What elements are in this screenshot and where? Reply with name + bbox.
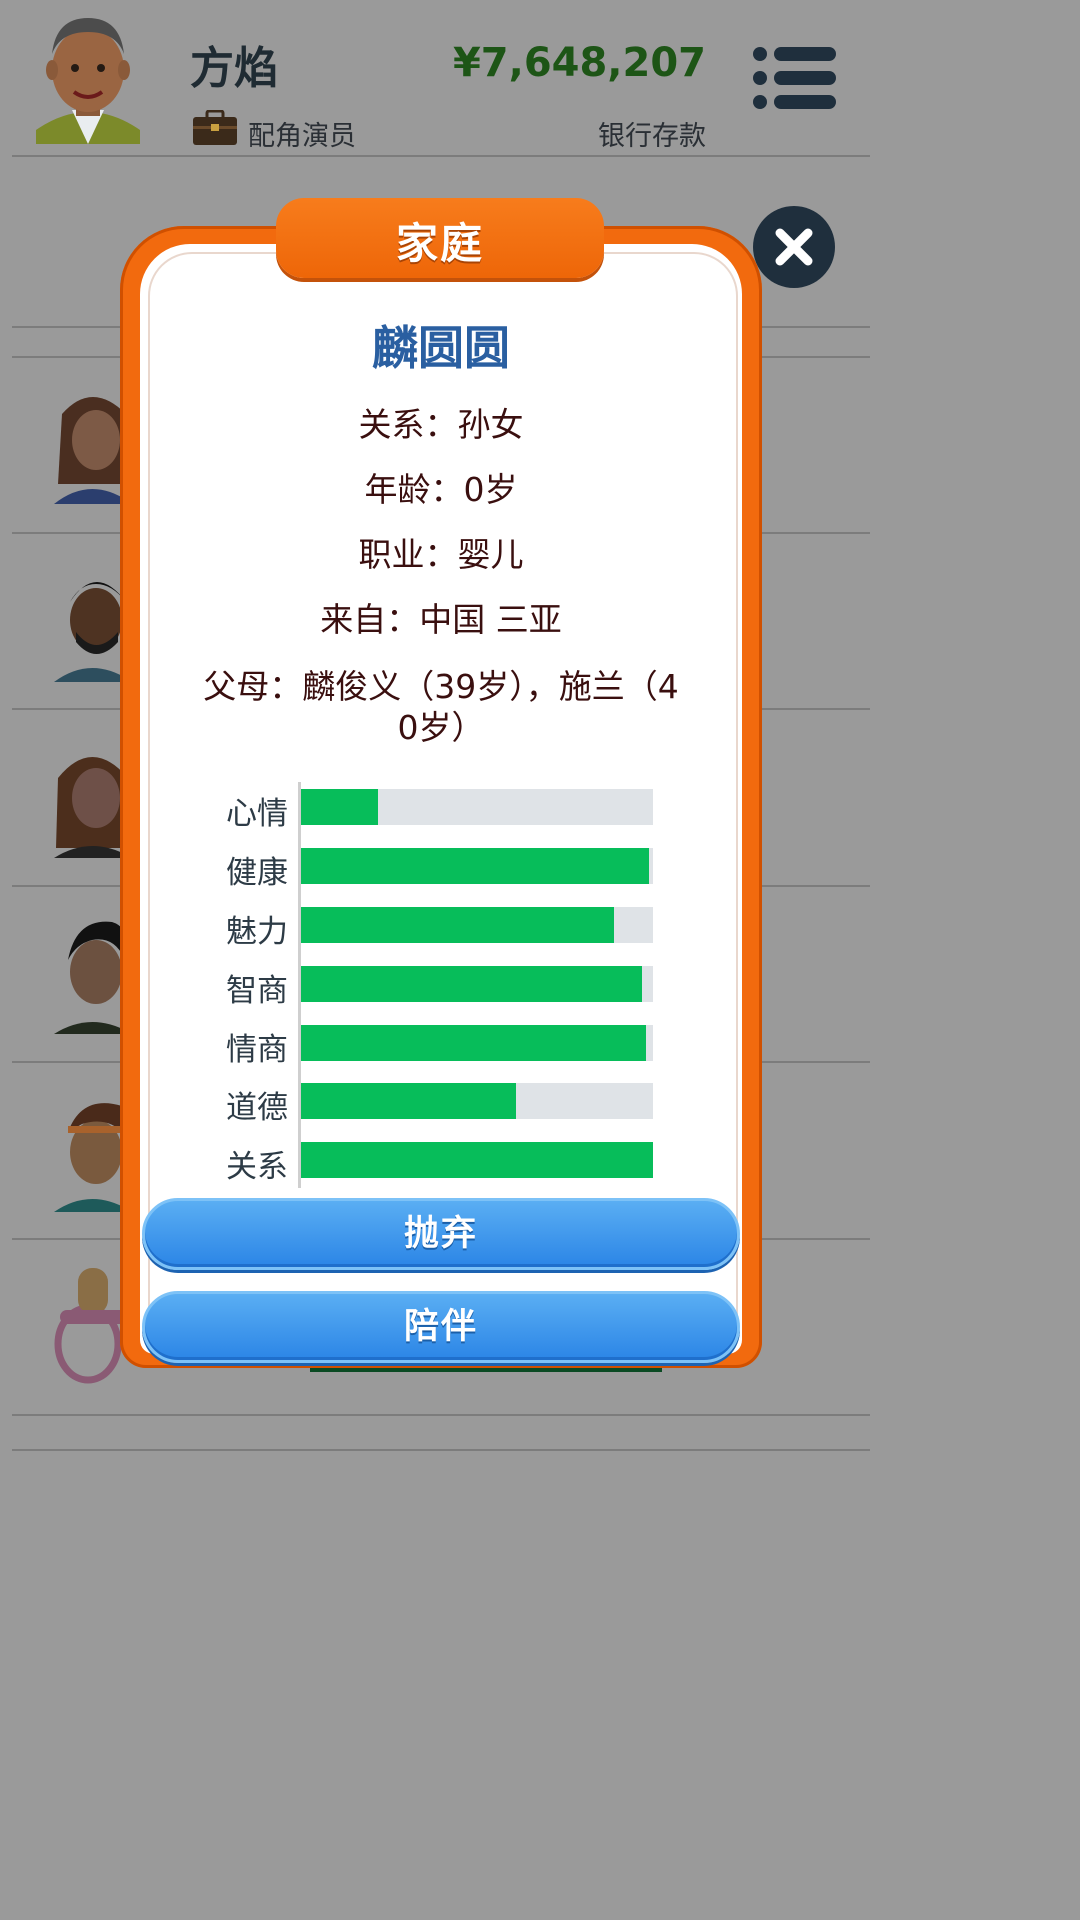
player-name: 方焰 [190,43,278,94]
age-info: 年龄：0岁 [364,470,518,509]
stat-bar-iq [301,966,653,1002]
stat-label-iq: 智商 [226,973,288,1009]
parents-info-continued: 0岁） [397,708,485,747]
stat-bar-health [301,848,653,884]
stat-fill [301,966,643,1002]
abandon-button[interactable]: 抛弃 [142,1198,740,1270]
stat-label-charm: 魅力 [226,914,288,950]
stat-fill [301,907,615,943]
bank-balance-label: 银行存款 [598,121,706,152]
stat-label-mood: 心情 [226,796,288,832]
stat-bar-eq [301,1025,653,1061]
origin-info: 来自：中国 三亚 [320,600,562,639]
stat-label-eq: 情商 [226,1032,288,1068]
stat-fill [301,1083,516,1119]
stat-fill [301,789,379,825]
menu-icon[interactable] [752,46,838,110]
stat-fill [301,848,650,884]
stat-bar-mood [301,789,653,825]
abandon-button-label: 抛弃 [403,1214,478,1254]
occupation-info: 职业：婴儿 [358,535,524,574]
list-divider [12,1449,870,1451]
accompany-button[interactable]: 陪伴 [142,1291,740,1363]
header-divider [12,155,870,157]
list-divider [12,1414,870,1416]
briefcase-icon [192,109,238,146]
stat-bar-morality [301,1083,653,1119]
stat-fill [301,1025,646,1061]
stat-fill [301,1142,653,1178]
accompany-button-label: 陪伴 [403,1307,478,1347]
parents-info: 父母：麟俊义（39岁），施兰（4 [203,667,679,706]
dialog-title: 家庭 [395,219,484,268]
stat-bar-charm [301,907,653,943]
stat-label-relationship: 关系 [226,1149,288,1185]
player-avatar[interactable] [32,10,144,144]
top-bar: 方焰 配角演员 ¥7,648,207 银行存款 [0,0,882,158]
relation-info: 关系：孙女 [358,405,524,444]
stat-label-morality: 道德 [226,1090,288,1126]
close-icon[interactable] [753,206,835,288]
stat-label-health: 健康 [226,855,288,891]
family-member-name: 麟圆圆 [372,321,510,375]
job-title: 配角演员 [248,121,356,152]
stat-bar-relationship [301,1142,653,1178]
bank-balance: ¥7,648,207 [452,40,706,86]
